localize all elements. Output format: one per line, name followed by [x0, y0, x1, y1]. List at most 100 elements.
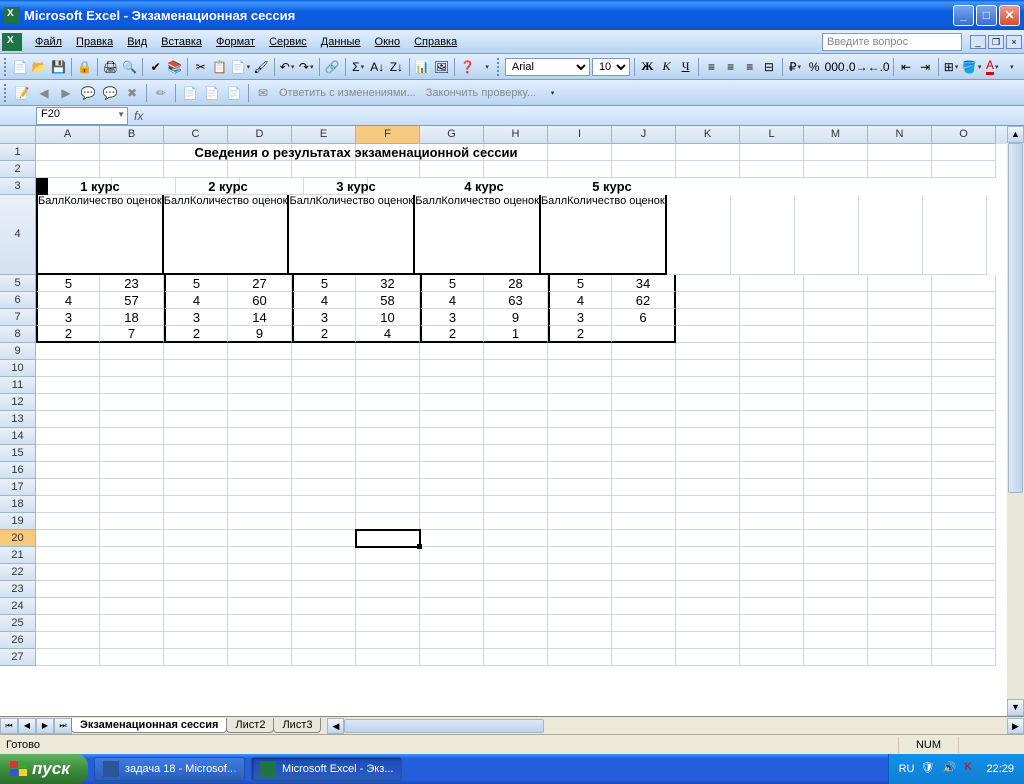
cell[interactable] [36, 360, 100, 377]
cell[interactable] [548, 632, 612, 649]
scroll-right-button[interactable]: ▶ [1007, 718, 1024, 734]
cell[interactable] [868, 513, 932, 530]
cell[interactable] [164, 530, 228, 547]
cell[interactable] [164, 564, 228, 581]
cell[interactable]: 3 [36, 309, 100, 326]
row-header[interactable]: 1 [0, 144, 36, 161]
cell[interactable] [740, 309, 804, 326]
cell[interactable] [420, 649, 484, 666]
cell[interactable] [356, 564, 420, 581]
cell[interactable] [36, 598, 100, 615]
cell[interactable] [292, 144, 356, 161]
cell[interactable] [164, 649, 228, 666]
cell[interactable] [612, 479, 676, 496]
underline-button[interactable]: Ч [677, 57, 694, 77]
decrease-indent-button[interactable]: ⇤ [897, 57, 914, 77]
save-button[interactable]: 💾 [50, 57, 67, 77]
row-header[interactable]: 20 [0, 530, 36, 547]
row-header[interactable]: 25 [0, 615, 36, 632]
cell[interactable] [292, 564, 356, 581]
menu-file[interactable]: Файл [28, 33, 69, 51]
cell[interactable] [240, 178, 304, 195]
cell[interactable] [740, 479, 804, 496]
minimize-button[interactable]: _ [953, 5, 974, 26]
cell[interactable] [36, 161, 100, 178]
cell[interactable] [932, 394, 996, 411]
cell[interactable] [740, 598, 804, 615]
cell[interactable] [932, 360, 996, 377]
cell[interactable] [932, 445, 996, 462]
cell[interactable] [164, 479, 228, 496]
start-button[interactable]: пуск [0, 754, 88, 784]
cell[interactable] [228, 615, 292, 632]
cell[interactable] [36, 615, 100, 632]
cell[interactable] [228, 479, 292, 496]
cell[interactable] [292, 615, 356, 632]
cell[interactable] [100, 411, 164, 428]
cell[interactable] [612, 547, 676, 564]
menu-view[interactable]: Вид [120, 33, 154, 51]
tab-nav-prev[interactable]: ◀ [18, 718, 36, 734]
cell[interactable] [804, 462, 868, 479]
formula-input[interactable] [149, 107, 1024, 125]
cell[interactable] [548, 564, 612, 581]
cell[interactable] [868, 292, 932, 309]
cell[interactable] [676, 377, 740, 394]
cell[interactable] [932, 428, 996, 445]
clock[interactable]: 22:29 [986, 763, 1014, 775]
cell[interactable] [292, 445, 356, 462]
cell[interactable] [868, 309, 932, 326]
cell[interactable] [100, 530, 164, 547]
cell[interactable] [420, 479, 484, 496]
next-comment-button[interactable]: ▶ [56, 83, 76, 103]
cell[interactable] [484, 411, 548, 428]
undo-button[interactable]: ↶▾ [279, 57, 296, 77]
cell[interactable] [292, 530, 356, 547]
permission-button[interactable]: 🔒 [76, 57, 93, 77]
cell[interactable]: 28 [484, 275, 548, 292]
cell[interactable] [740, 547, 804, 564]
cell[interactable] [932, 649, 996, 666]
cell[interactable] [868, 428, 932, 445]
cell[interactable]: Количество оценок [64, 195, 162, 275]
cell[interactable] [164, 428, 228, 445]
cell[interactable] [676, 326, 740, 343]
cell[interactable] [740, 326, 804, 343]
row-header[interactable]: 4 [0, 195, 36, 275]
cell[interactable] [676, 462, 740, 479]
cell[interactable] [228, 343, 292, 360]
name-box[interactable]: F20▼ [36, 107, 128, 125]
cell[interactable] [676, 564, 740, 581]
cell[interactable] [740, 530, 804, 547]
cell[interactable] [548, 513, 612, 530]
chart-button[interactable]: 📊 [414, 57, 431, 77]
cell[interactable] [740, 360, 804, 377]
cell[interactable] [292, 360, 356, 377]
column-header[interactable]: C [164, 126, 228, 144]
tray-icon[interactable]: 🛡 [920, 761, 936, 777]
fx-icon[interactable]: fx [134, 109, 143, 123]
cell[interactable] [868, 581, 932, 598]
cell[interactable] [804, 581, 868, 598]
row-header[interactable]: 18 [0, 496, 36, 513]
cell[interactable] [228, 513, 292, 530]
cell[interactable] [804, 161, 868, 178]
maximize-button[interactable]: □ [976, 5, 997, 26]
drawing-button[interactable]: 🖼 [433, 57, 450, 77]
cell[interactable] [100, 394, 164, 411]
cell[interactable] [420, 161, 484, 178]
cell[interactable] [612, 377, 676, 394]
borders-button[interactable]: ⊞▾ [943, 57, 960, 77]
cell[interactable] [932, 564, 996, 581]
column-header[interactable]: A [36, 126, 100, 144]
cell[interactable] [612, 581, 676, 598]
cell[interactable] [112, 178, 176, 195]
cell[interactable] [804, 598, 868, 615]
cell[interactable] [612, 394, 676, 411]
cell[interactable] [932, 326, 996, 343]
cell[interactable] [36, 547, 100, 564]
cell[interactable] [484, 360, 548, 377]
cell[interactable] [100, 513, 164, 530]
cell[interactable]: 3 [420, 309, 484, 326]
cell[interactable] [292, 632, 356, 649]
